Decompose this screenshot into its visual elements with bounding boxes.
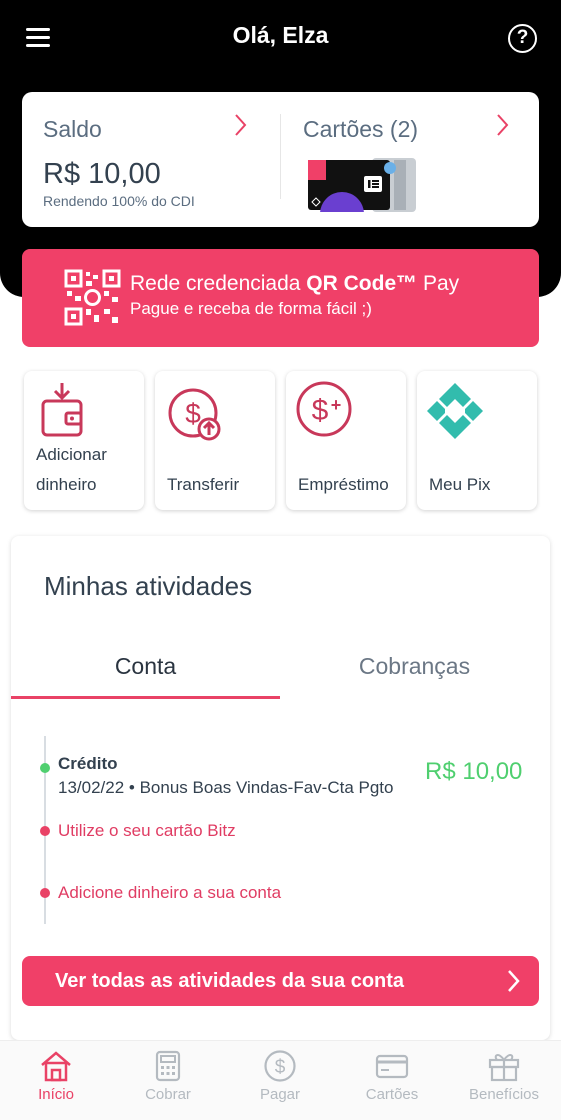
calculator-icon xyxy=(155,1050,181,1082)
saldo-label: Saldo xyxy=(43,116,102,142)
qr-banner-subtitle: Pague e receba de forma fácil ;) xyxy=(130,299,372,318)
question-circle-icon[interactable]: ? xyxy=(508,24,537,53)
bottom-navigation: Início Cobrar $ Pagar Cartões Benefícios xyxy=(0,1040,561,1120)
nav-label: Início xyxy=(38,1086,74,1103)
nav-label: Pagar xyxy=(259,1086,301,1103)
dollar-circle-icon: $ xyxy=(264,1050,296,1082)
transfer-button[interactable]: $ Transferir xyxy=(155,371,275,510)
timeline-dot xyxy=(40,826,50,836)
qr-banner-title: Rede credenciada QR Code™ Pay xyxy=(130,272,460,295)
home-icon xyxy=(41,1051,71,1082)
nav-label: Cobrar xyxy=(145,1086,191,1103)
gift-icon xyxy=(488,1054,520,1082)
chevron-right-icon xyxy=(235,114,247,136)
nav-inicio[interactable]: Início xyxy=(0,1049,112,1103)
balance-card: Saldo R$ 10,00 Rendendo 100% do CDI Cart… xyxy=(22,92,539,227)
tab-cobrancas[interactable]: Cobranças xyxy=(280,653,549,680)
activity-detail: 13/02/22 • Bonus Boas Vindas-Fav-Cta Pgt… xyxy=(58,778,394,797)
activities-title: Minhas atividades xyxy=(44,571,253,601)
activity-description: Bonus Boas Vindas-Fav-Cta Pgto xyxy=(139,778,394,797)
action-label: Meu Pix xyxy=(429,475,491,494)
activity-date: 13/02/22 xyxy=(58,778,125,797)
action-label: Transferir xyxy=(167,475,240,494)
nav-label: Benefícios xyxy=(468,1086,540,1103)
nav-label: Cartões xyxy=(365,1086,419,1103)
svg-text:$: $ xyxy=(275,1057,286,1078)
cards-thumbnail xyxy=(308,158,416,212)
pix-icon xyxy=(427,383,483,439)
tab-conta[interactable]: Conta xyxy=(11,653,280,680)
divider xyxy=(280,114,281,199)
tip-add-money[interactable]: Adicione dinheiro a sua conta xyxy=(58,883,281,903)
chevron-right-icon xyxy=(508,970,520,992)
qr-code-icon xyxy=(64,269,121,326)
meu-pix-button[interactable]: Meu Pix xyxy=(417,371,537,510)
greeting-title: Olá, Elza xyxy=(232,22,329,48)
wallet-add-icon xyxy=(41,383,83,437)
nav-cartoes[interactable]: Cartões xyxy=(336,1049,448,1103)
see-all-activities-button[interactable]: Ver todas as atividades da sua conta xyxy=(22,956,539,1006)
saldo-yield-note: Rendendo 100% do CDI xyxy=(43,193,195,209)
svg-text:$: $ xyxy=(312,394,329,427)
activity-amount: R$ 10,00 xyxy=(425,758,523,785)
action-label: Adicionar dinheiro xyxy=(36,445,107,494)
timeline-dot xyxy=(40,888,50,898)
timeline-dot xyxy=(40,763,50,773)
add-money-button[interactable]: Adicionar dinheiro xyxy=(24,371,144,510)
saldo-value: R$ 10,00 xyxy=(43,158,161,190)
activities-card: Minhas atividades Conta Cobranças Crédit… xyxy=(11,536,550,1040)
credit-card-icon xyxy=(375,1054,409,1079)
nav-beneficios[interactable]: Benefícios xyxy=(448,1049,560,1103)
nav-pagar[interactable]: $ Pagar xyxy=(224,1049,336,1103)
tip-use-card[interactable]: Utilize o seu cartão Bitz xyxy=(58,821,236,841)
qr-code-pay-banner[interactable]: Rede credenciada QR Code™ Pay Pague e re… xyxy=(22,249,539,347)
activity-type: Crédito xyxy=(58,754,118,773)
cartoes-label: Cartões (2) xyxy=(303,116,419,142)
dollar-plus-icon: $ + xyxy=(296,381,352,437)
nav-cobrar[interactable]: Cobrar xyxy=(112,1049,224,1103)
active-tab-indicator xyxy=(11,696,280,699)
loan-button[interactable]: $ + Empréstimo xyxy=(286,371,406,510)
action-label: Empréstimo xyxy=(298,475,389,494)
svg-text:+: + xyxy=(331,395,342,415)
dollar-transfer-icon: $ xyxy=(168,388,221,441)
see-all-label: Ver todas as atividades da sua conta xyxy=(55,970,405,992)
chevron-right-icon xyxy=(497,114,509,136)
